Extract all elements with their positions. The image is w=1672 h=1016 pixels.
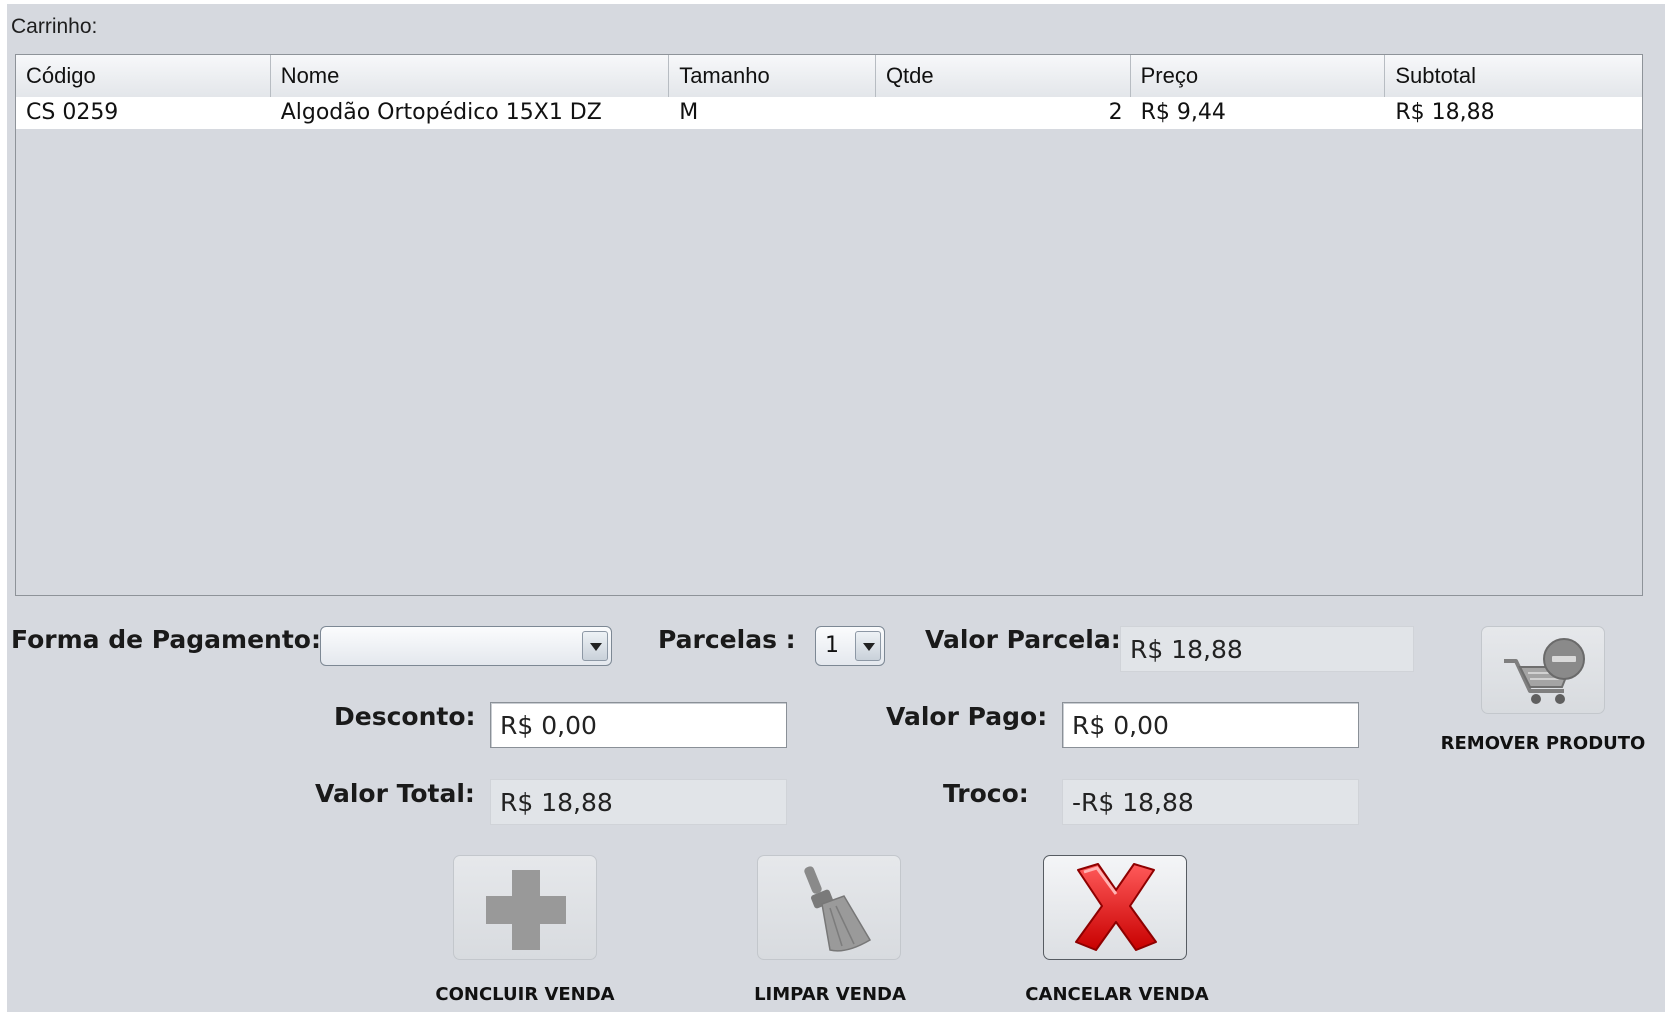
col-qtde[interactable]: Qtde <box>876 55 1131 97</box>
cell-nome: Algodão Ortopédico 15X1 DZ <box>280 100 602 125</box>
plus-icon <box>484 868 568 956</box>
cell-tamanho: M <box>679 100 699 125</box>
forma-pagamento-label: Forma de Pagamento: <box>11 625 321 654</box>
cancelar-venda-caption: CANCELAR VENDA <box>1025 984 1209 1005</box>
cell-preco: R$ 9,44 <box>1140 100 1226 125</box>
cancelar-venda-button[interactable] <box>1043 855 1187 960</box>
valor-parcela-field: R$ 18,88 <box>1120 626 1414 672</box>
cart-remove-icon <box>1500 635 1590 711</box>
cell-qtde: 2 <box>1108 100 1123 125</box>
col-subtotal[interactable]: Subtotal <box>1385 55 1642 97</box>
valor-total-field: R$ 18,88 <box>490 779 787 825</box>
valor-parcela-label: Valor Parcela: <box>925 625 1121 654</box>
col-tamanho[interactable]: Tamanho <box>669 55 876 97</box>
dropdown-arrow-icon[interactable] <box>855 631 881 661</box>
cart-table[interactable]: Código Nome Tamanho Qtde Preço Subtotal … <box>15 54 1643 596</box>
col-codigo[interactable]: Código <box>16 55 271 97</box>
parcelas-label: Parcelas : <box>658 625 796 654</box>
valor-pago-label: Valor Pago: <box>886 702 1048 731</box>
limpar-venda-button[interactable] <box>757 855 901 960</box>
table-header: Código Nome Tamanho Qtde Preço Subtotal <box>16 55 1642 98</box>
cell-codigo: CS 0259 <box>26 100 119 125</box>
col-preco[interactable]: Preço <box>1131 55 1386 97</box>
troco-field: -R$ 18,88 <box>1062 779 1359 825</box>
troco-label: Troco: <box>943 779 1029 808</box>
col-nome[interactable]: Nome <box>271 55 670 97</box>
broom-icon <box>786 862 876 958</box>
remover-produto-button[interactable] <box>1481 626 1605 714</box>
desconto-input[interactable]: R$ 0,00 <box>490 702 787 748</box>
parcelas-select[interactable]: 1 <box>815 626 885 666</box>
valor-total-label: Valor Total: <box>315 779 475 808</box>
limpar-venda-caption: LIMPAR VENDA <box>754 984 906 1005</box>
parcelas-value: 1 <box>825 633 839 658</box>
table-row[interactable]: CS 0259 Algodão Ortopédico 15X1 DZ M 2 R… <box>16 97 1642 129</box>
cart-label: Carrinho: <box>11 15 98 38</box>
valor-pago-input[interactable]: R$ 0,00 <box>1062 702 1359 748</box>
concluir-venda-caption: CONCLUIR VENDA <box>435 984 615 1005</box>
dropdown-arrow-icon[interactable] <box>582 631 608 661</box>
cell-subtotal: R$ 18,88 <box>1395 100 1495 125</box>
remover-produto-caption: REMOVER PRODUTO <box>1440 733 1646 754</box>
desconto-label: Desconto: <box>334 702 476 731</box>
concluir-venda-button[interactable] <box>453 855 597 960</box>
red-x-icon <box>1064 860 1168 960</box>
forma-pagamento-select[interactable] <box>320 626 612 666</box>
